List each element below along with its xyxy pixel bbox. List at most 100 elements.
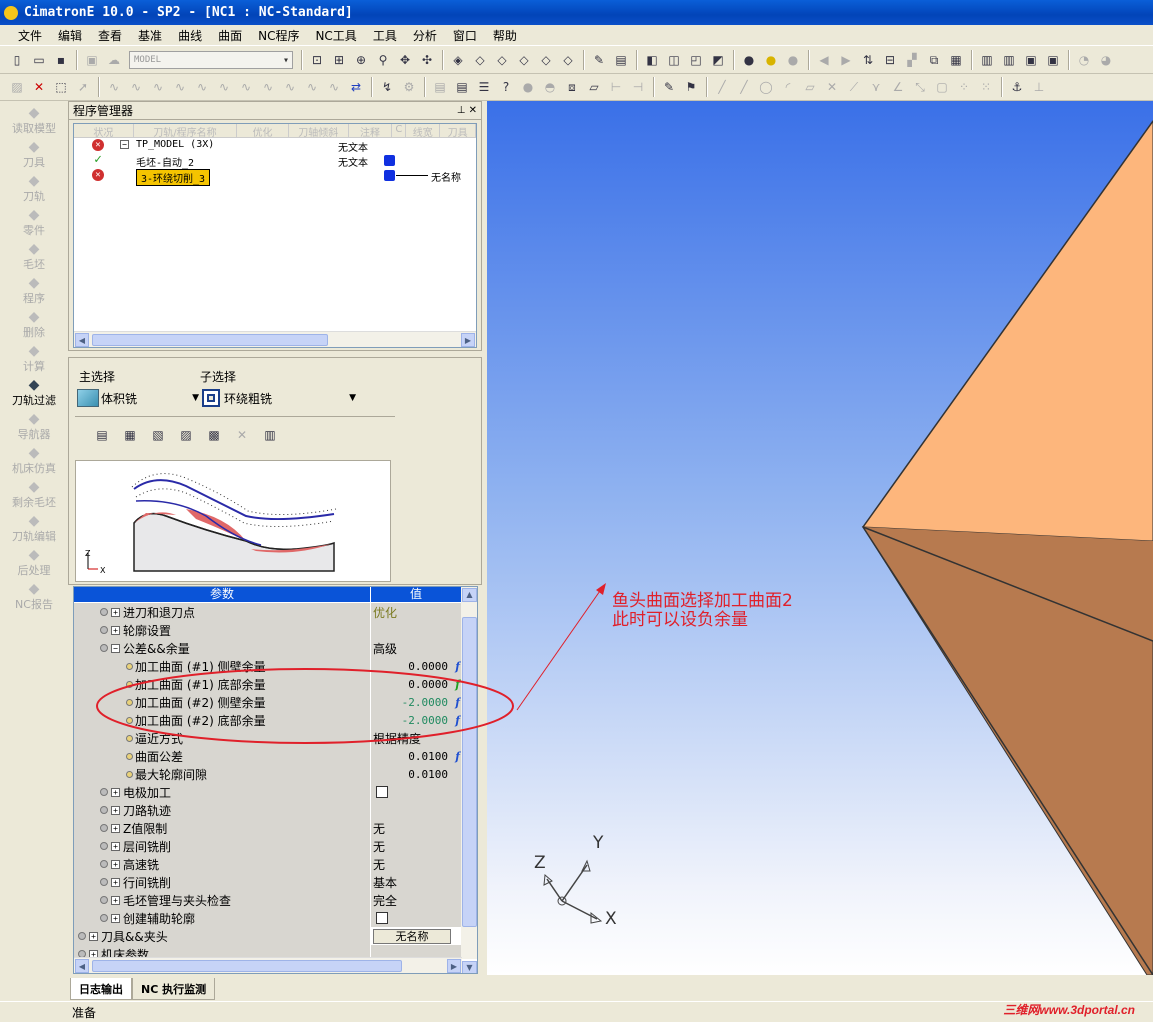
scroll-thumb[interactable] <box>92 334 328 346</box>
layout-icon[interactable]: ▤ <box>612 51 630 69</box>
pick-icon[interactable]: ➚ <box>74 78 92 96</box>
expand-icon[interactable]: + <box>111 787 120 797</box>
pattern-icon[interactable]: ⧈ <box>563 78 581 96</box>
frame-icon[interactable]: ▢ <box>933 78 951 96</box>
param-value[interactable]: 优化 <box>371 603 462 621</box>
feature-icon[interactable]: ▞ <box>903 51 921 69</box>
wireframe-icon[interactable]: ◫ <box>665 51 683 69</box>
box-icon[interactable]: ▱ <box>585 78 603 96</box>
parameter-row[interactable]: + 刀路轨迹 <box>74 801 462 819</box>
rotate-icon[interactable]: ✣ <box>418 51 436 69</box>
align-icon[interactable]: ⊢ <box>607 78 625 96</box>
collapse-icon[interactable]: − <box>120 140 129 149</box>
flag-icon[interactable]: ⚑ <box>682 78 700 96</box>
expand-icon[interactable]: + <box>111 625 120 635</box>
expand-icon[interactable]: + <box>111 913 120 923</box>
leftbar-item-7[interactable]: ◆ 计算 <box>0 340 68 374</box>
menu-item-11[interactable]: 帮助 <box>485 27 525 44</box>
sphere-icon[interactable]: ● <box>519 78 537 96</box>
scroll-right-icon[interactable]: ▶ <box>461 333 475 347</box>
leftbar-item-5[interactable]: ◆ 程序 <box>0 272 68 306</box>
menu-item-4[interactable]: 曲线 <box>170 27 210 44</box>
line-2-icon[interactable]: ╱ <box>735 78 753 96</box>
parameter-vscroll[interactable]: ▲ ▼ <box>461 587 477 973</box>
hidden-line-icon[interactable]: ◰ <box>687 51 705 69</box>
light-off-icon[interactable]: ● <box>784 51 802 69</box>
param-checkbox[interactable] <box>376 786 388 798</box>
menu-item-2[interactable]: 查看 <box>90 27 130 44</box>
parameter-row[interactable]: + 行间铣削 基本 <box>74 873 462 891</box>
scroll-left-icon[interactable]: ◀ <box>75 959 89 973</box>
menu-item-6[interactable]: NC程序 <box>250 27 307 44</box>
parameter-row[interactable]: 最大轮廓间隙 0.0100 <box>74 765 462 783</box>
nc-mode-icon[interactable]: ▥ <box>1000 51 1018 69</box>
param-value[interactable]: 无名称 <box>371 927 462 945</box>
sub-select-dropdown[interactable]: 环绕粗铣 ▼ <box>202 388 356 408</box>
param-value[interactable]: 高级 <box>371 639 462 657</box>
sketch-icon[interactable]: ✎ <box>590 51 608 69</box>
expand-icon[interactable]: + <box>111 895 120 905</box>
parameter-row[interactable]: 曲面公差 0.0100 f <box>74 747 462 765</box>
expand-icon[interactable]: + <box>111 805 120 815</box>
curve-tool-8-icon[interactable]: ∿ <box>259 78 277 96</box>
pin-icon[interactable] <box>100 644 108 652</box>
menu-item-1[interactable]: 编辑 <box>50 27 90 44</box>
leftbar-item-10[interactable]: ◆ 机床仿真 <box>0 442 68 476</box>
parameter-row[interactable]: + 电极加工 <box>74 783 462 801</box>
view-front-icon[interactable]: ◇ <box>493 51 511 69</box>
new-file-icon[interactable]: ▯ <box>8 51 26 69</box>
model-icon[interactable]: ▣ <box>83 51 101 69</box>
cloud-icon[interactable]: ☁ <box>105 51 123 69</box>
curve-tool-11-icon[interactable]: ∿ <box>325 78 343 96</box>
program-tree-hscroll[interactable]: ◀ ▶ <box>74 331 476 347</box>
leftbar-item-0[interactable]: ◆ 读取模型 <box>0 102 68 136</box>
zoom-all-icon[interactable]: ⊡ <box>308 51 326 69</box>
view-back-icon[interactable]: ◇ <box>559 51 577 69</box>
tool-button[interactable]: 无名称 <box>373 928 451 944</box>
cross-icon[interactable]: ✕ <box>823 78 841 96</box>
mold-mode-icon[interactable]: ▣ <box>1044 51 1062 69</box>
expand-icon[interactable]: + <box>111 859 120 869</box>
param-value[interactable]: 基本 <box>371 873 462 891</box>
corner-icon[interactable]: ∠ <box>889 78 907 96</box>
menu-item-10[interactable]: 窗口 <box>445 27 485 44</box>
reorder-icon[interactable]: ⇄ <box>347 78 365 96</box>
plane-icon[interactable]: ▱ <box>801 78 819 96</box>
scroll-right-icon[interactable]: ▶ <box>447 959 461 973</box>
param-value[interactable]: -2.0000 f <box>371 693 462 711</box>
leftbar-item-9[interactable]: ◆ 导航器 <box>0 408 68 442</box>
assembly-icon[interactable]: ▦ <box>947 51 965 69</box>
parameter-row[interactable]: + 刀具&&夹头 无名称 <box>74 927 462 945</box>
column-header[interactable]: 注释 <box>349 124 393 139</box>
curve-tool-icon[interactable]: ∿ <box>105 78 123 96</box>
render-options-icon[interactable]: ◩ <box>709 51 727 69</box>
select-icon[interactable]: ▨ <box>8 78 26 96</box>
scroll-thumb[interactable] <box>462 617 477 927</box>
pin-icon[interactable] <box>100 824 108 832</box>
parameter-row[interactable]: + 高速铣 无 <box>74 855 462 873</box>
parameter-row[interactable]: 加工曲面 (#2) 底部余量 -2.0000 f <box>74 711 462 729</box>
export-icon[interactable]: ▦ <box>121 426 139 444</box>
param-value[interactable]: 无 <box>371 837 462 855</box>
leftbar-item-12[interactable]: ◆ 刀轨编辑 <box>0 510 68 544</box>
part-mode-icon[interactable]: ▥ <box>978 51 996 69</box>
column-header[interactable]: 状况 <box>74 124 134 139</box>
param-value[interactable]: 无 <box>371 855 462 873</box>
xyz-icon[interactable]: ⁘ <box>955 78 973 96</box>
formula-icon[interactable]: f <box>455 678 460 691</box>
curve-tool-3-icon[interactable]: ∿ <box>149 78 167 96</box>
load-param-icon[interactable]: ▩ <box>205 426 223 444</box>
expand-icon[interactable]: + <box>111 841 120 851</box>
open-file-icon[interactable]: ▭ <box>30 51 48 69</box>
menu-item-7[interactable]: NC工具 <box>307 27 364 44</box>
edit-icon[interactable]: ✎ <box>660 78 678 96</box>
cylinder-icon[interactable]: ◓ <box>541 78 559 96</box>
program-row[interactable]: ✕ − TP_MODEL (3X) 无文本 <box>74 138 476 154</box>
pin-icon[interactable] <box>100 788 108 796</box>
settings-icon[interactable]: ⚙ <box>400 78 418 96</box>
menu-item-8[interactable]: 工具 <box>365 27 405 44</box>
model-combo[interactable]: MODEL <box>129 51 293 69</box>
param-value[interactable]: 0.0000 f <box>371 657 462 675</box>
expand-icon[interactable]: + <box>111 823 120 833</box>
filter-param-icon[interactable]: ▥ <box>261 426 279 444</box>
